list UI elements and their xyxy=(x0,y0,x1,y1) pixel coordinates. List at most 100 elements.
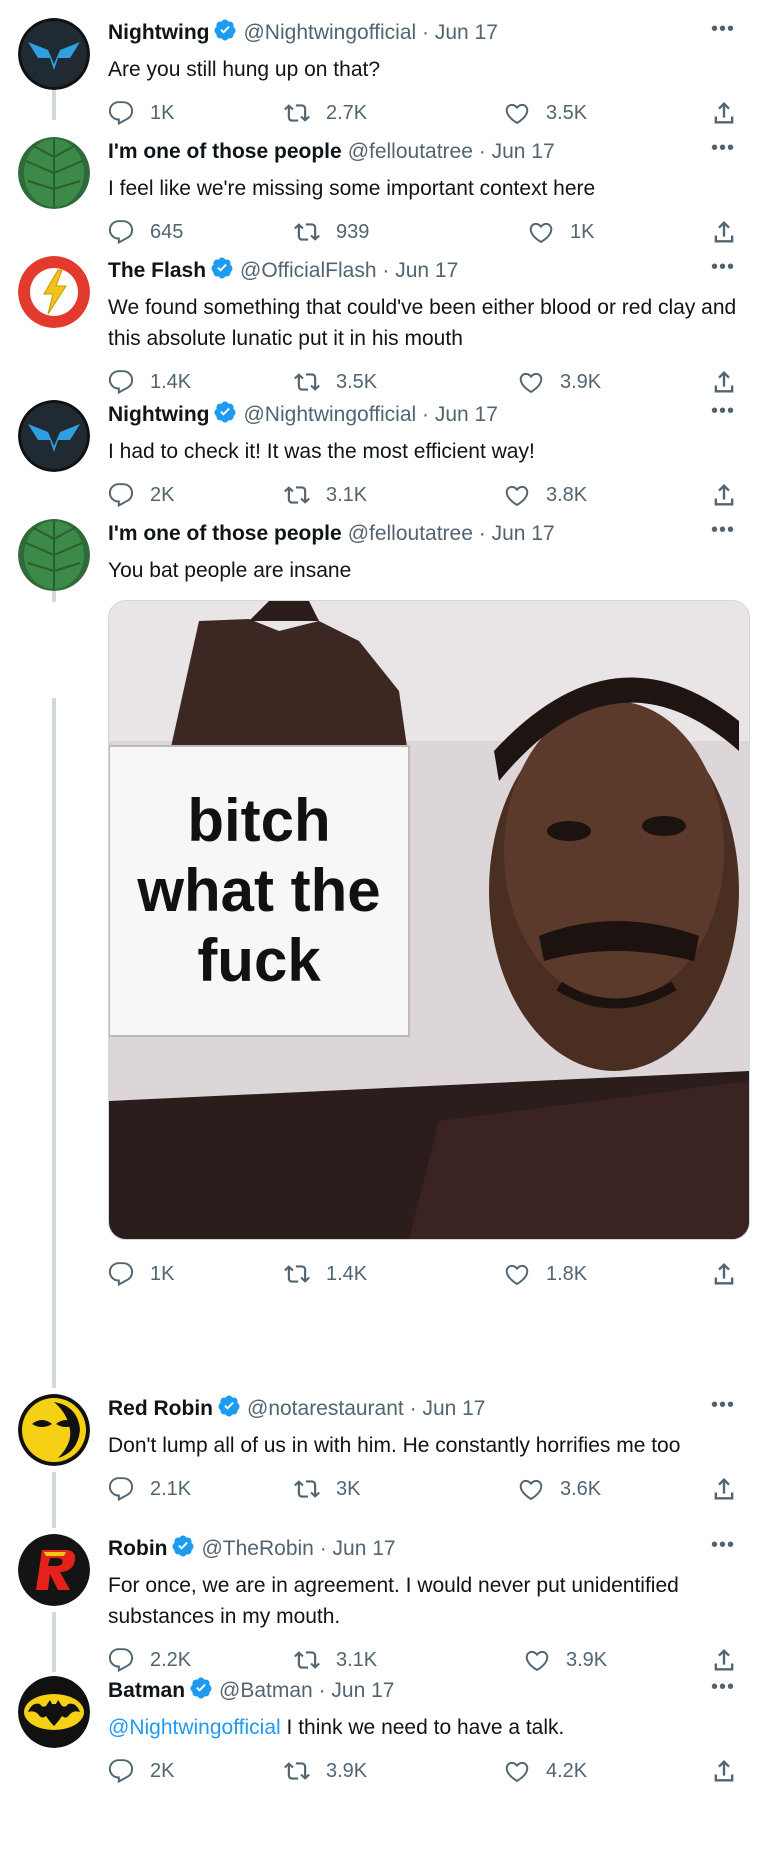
mention-link[interactable]: @Nightwingofficial xyxy=(108,1716,281,1739)
reply-button[interactable]: 1K xyxy=(108,1256,174,1292)
avatar[interactable] xyxy=(18,18,90,90)
reply-button[interactable]: 1K xyxy=(108,95,174,131)
reply-button[interactable]: 2.2K xyxy=(108,1642,191,1678)
like-button[interactable]: 1K xyxy=(528,214,594,250)
avatar[interactable] xyxy=(18,1394,90,1466)
like-count: 3.9K xyxy=(566,1648,608,1671)
like-count: 3.6K xyxy=(560,1477,602,1500)
author-handle[interactable]: @felloutatree xyxy=(348,140,473,163)
tweet-text: We found something that could've been ei… xyxy=(108,296,737,350)
heart-icon xyxy=(505,1761,529,1783)
tweet-date[interactable]: Jun 17 xyxy=(395,259,458,282)
reply-count: 1.4K xyxy=(150,370,192,393)
flash-logo xyxy=(18,256,90,328)
robin-logo xyxy=(18,1534,90,1606)
author-name[interactable]: I'm one of those people xyxy=(108,522,342,545)
retweet-icon xyxy=(284,1762,310,1780)
retweet-button[interactable]: 3.1K xyxy=(294,1642,377,1678)
author-name[interactable]: Nightwing xyxy=(108,21,209,44)
retweet-button[interactable]: 939 xyxy=(294,214,369,250)
retweet-button[interactable]: 3K xyxy=(294,1471,360,1507)
retweet-icon xyxy=(284,104,310,122)
retweet-button[interactable]: 1.4K xyxy=(284,1256,367,1292)
avatar[interactable] xyxy=(18,400,90,472)
like-button[interactable]: 4.2K xyxy=(504,1753,587,1789)
more-icon[interactable]: ••• xyxy=(708,400,738,430)
more-icon[interactable]: ••• xyxy=(708,137,738,167)
share-icon[interactable] xyxy=(710,1646,738,1674)
more-icon[interactable]: ••• xyxy=(708,18,738,48)
reply-count: 2K xyxy=(150,1759,175,1782)
reply-icon xyxy=(108,1759,134,1784)
share-icon[interactable] xyxy=(710,218,738,246)
retweet-count: 2.7K xyxy=(326,101,368,124)
reply-button[interactable]: 645 xyxy=(108,214,183,250)
reply-button[interactable]: 2K xyxy=(108,1753,174,1789)
like-button[interactable]: 1.8K xyxy=(504,1256,587,1292)
avatar[interactable] xyxy=(18,519,90,591)
retweet-button[interactable]: 3.1K xyxy=(284,477,367,513)
avatar[interactable] xyxy=(18,137,90,209)
author-handle[interactable]: @felloutatree xyxy=(348,522,473,545)
author-handle[interactable]: @Nightwingofficial xyxy=(243,21,416,44)
more-icon[interactable]: ••• xyxy=(708,1676,738,1706)
retweet-button[interactable]: 3.5K xyxy=(294,364,377,400)
more-icon[interactable]: ••• xyxy=(708,1394,738,1424)
retweet-button[interactable]: 3.9K xyxy=(284,1753,367,1789)
tweet-actions: 1.4K 3.5K 3.9K xyxy=(108,364,738,400)
like-count: 3.5K xyxy=(546,101,588,124)
share-icon[interactable] xyxy=(710,99,738,127)
tweet-actions: 2K 3.9K 4.2K xyxy=(108,1753,738,1789)
avatar[interactable] xyxy=(18,1676,90,1748)
reply-icon xyxy=(108,1477,134,1502)
author-name[interactable]: I'm one of those people xyxy=(108,140,342,163)
avatar[interactable] xyxy=(18,1534,90,1606)
tweet-date[interactable]: Jun 17 xyxy=(435,21,498,44)
retweet-count: 3K xyxy=(336,1477,361,1500)
share-icon[interactable] xyxy=(710,1260,738,1288)
verified-badge-icon xyxy=(214,401,236,423)
reply-button[interactable]: 1.4K xyxy=(108,364,191,400)
like-button[interactable]: 3.6K xyxy=(518,1471,601,1507)
reply-icon xyxy=(108,1262,134,1287)
author-name[interactable]: Batman xyxy=(108,1679,185,1702)
author-name[interactable]: Red Robin xyxy=(108,1397,213,1420)
author-name[interactable]: Nightwing xyxy=(108,403,209,426)
reply-count: 1K xyxy=(150,101,175,124)
more-icon[interactable]: ••• xyxy=(708,256,738,286)
like-button[interactable]: 3.8K xyxy=(504,477,587,513)
author-handle[interactable]: @Batman xyxy=(219,1679,313,1702)
tweet-date[interactable]: Jun 17 xyxy=(333,1537,396,1560)
reply-button[interactable]: 2.1K xyxy=(108,1471,191,1507)
retweet-button[interactable]: 2.7K xyxy=(284,95,367,131)
author-handle[interactable]: @notarestaurant xyxy=(247,1397,404,1420)
share-icon[interactable] xyxy=(710,368,738,396)
tweet-date[interactable]: Jun 17 xyxy=(492,140,555,163)
tweet-date[interactable]: Jun 17 xyxy=(435,403,498,426)
tweet-image[interactable]: bitch what the fuck xyxy=(108,600,750,1240)
author-handle[interactable]: @Nightwingofficial xyxy=(243,403,416,426)
tweet-date[interactable]: Jun 17 xyxy=(492,522,555,545)
more-icon[interactable]: ••• xyxy=(708,1534,738,1564)
retweet-count: 1.4K xyxy=(326,1262,368,1285)
like-button[interactable]: 3.5K xyxy=(504,95,587,131)
tweet-text: For once, we are in agreement. I would n… xyxy=(108,1574,679,1628)
more-icon[interactable]: ••• xyxy=(708,519,738,549)
avatar[interactable] xyxy=(18,256,90,328)
author-handle[interactable]: @TheRobin xyxy=(201,1537,313,1560)
tweet-date[interactable]: Jun 17 xyxy=(422,1397,485,1420)
share-icon[interactable] xyxy=(710,1757,738,1785)
author-name[interactable]: Robin xyxy=(108,1537,167,1560)
like-count: 3.8K xyxy=(546,483,588,506)
like-count: 1K xyxy=(570,220,595,243)
author-handle[interactable]: @OfficialFlash xyxy=(240,259,376,282)
retweet-count: 939 xyxy=(336,220,370,243)
author-name[interactable]: The Flash xyxy=(108,259,206,282)
share-icon[interactable] xyxy=(710,1475,738,1503)
share-icon[interactable] xyxy=(710,481,738,509)
like-button[interactable]: 3.9K xyxy=(518,364,601,400)
tweet-date[interactable]: Jun 17 xyxy=(331,1679,394,1702)
reply-icon xyxy=(108,370,134,395)
like-button[interactable]: 3.9K xyxy=(524,1642,607,1678)
reply-button[interactable]: 2K xyxy=(108,477,174,513)
